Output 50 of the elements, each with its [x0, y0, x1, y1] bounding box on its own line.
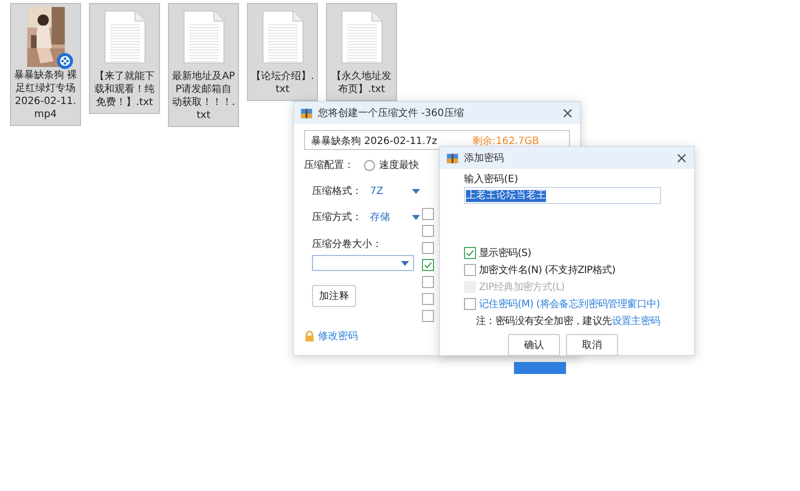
file-name: 最新地址及APP请发邮箱自动获取！！！.txt [172, 70, 236, 122]
change-password-link[interactable]: 修改密码 [318, 329, 358, 343]
archive-icon [300, 106, 313, 120]
checkbox[interactable] [422, 259, 434, 271]
window-title: 您将创建一个压缩文件 -360压缩 [318, 106, 465, 120]
checkmark-icon [465, 248, 475, 258]
document-icon [182, 10, 224, 64]
close-button[interactable]: × [675, 150, 688, 166]
checkbox[interactable] [422, 208, 434, 220]
note-text: 注：密码没有安全加密，建议先 [476, 316, 612, 327]
checkbox[interactable] [422, 225, 434, 237]
file-item[interactable]: 最新地址及APP请发邮箱自动获取！！！.txt [168, 3, 239, 127]
checkbox[interactable] [422, 293, 434, 305]
lock-icon [304, 330, 315, 342]
method-label: 压缩方式： [312, 210, 362, 224]
confirm-button[interactable]: 确认 [508, 334, 560, 356]
document-icon [262, 10, 304, 64]
checkbox[interactable] [422, 276, 434, 288]
config-label: 压缩配置： [304, 158, 354, 172]
split-size-dropdown[interactable] [312, 255, 414, 271]
radio-option[interactable]: 速度最快 [364, 158, 419, 172]
checkbox[interactable] [422, 242, 434, 254]
password-field[interactable]: 上老王论坛当老王 [464, 187, 661, 204]
file-name: 暴暴缺条狗 裸足红绿灯专场2026-02-11.mp4 [14, 69, 78, 121]
file-item[interactable]: 【永久地址发布页】.txt [326, 3, 397, 101]
file-item[interactable]: 【论坛介绍】.txt [247, 3, 318, 101]
file-name: 【论坛介绍】.txt [250, 70, 314, 96]
film-reel-icon [57, 53, 73, 69]
file-name: 【来了就能下载和观看！纯免费！】.txt [94, 70, 156, 109]
cancel-button[interactable]: 取消 [566, 334, 618, 356]
split-label: 压缩分卷大小： [312, 238, 383, 251]
format-dropdown[interactable]: 7Z [370, 186, 420, 196]
close-button[interactable]: × [561, 106, 574, 120]
method-dropdown[interactable]: 存储 [370, 210, 420, 224]
document-icon [340, 10, 382, 64]
archive-icon [446, 152, 459, 164]
checkbox-option[interactable]: 记住密码(M) (将会备忘到密码管理窗口中) [464, 297, 686, 311]
file-item[interactable]: 【来了就能下载和观看！纯免费！】.txt [89, 3, 160, 114]
file-name: 【永久地址发布页】.txt [330, 70, 392, 96]
password-label: 输入密码(E) [464, 172, 520, 186]
format-label: 压缩格式： [312, 184, 362, 198]
window-title: 添加密码 [464, 152, 505, 165]
checkbox-option[interactable]: 加密文件名(N) (不支持ZIP格式) [464, 263, 686, 277]
free-space: 剩余:162.7GB [472, 135, 539, 148]
set-master-password-link[interactable]: 设置主密码 [612, 316, 660, 327]
file-item[interactable]: 暴暴缺条狗 裸足红绿灯专场2026-02-11.mp4 [10, 3, 81, 126]
document-icon [104, 10, 146, 64]
comment-button[interactable]: 加注释 [312, 285, 356, 307]
checkbox[interactable] [422, 310, 434, 322]
checkbox-option[interactable]: 显示密码(S) [464, 246, 686, 260]
